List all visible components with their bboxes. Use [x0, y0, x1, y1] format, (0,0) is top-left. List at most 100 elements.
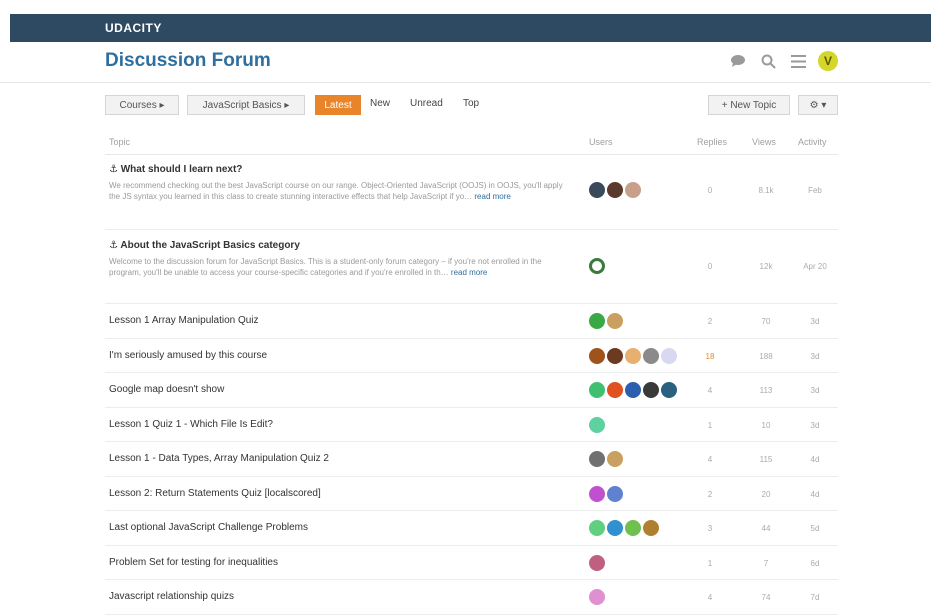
participant-avatar[interactable]	[589, 258, 605, 274]
activity-time[interactable]: 3d	[795, 421, 835, 430]
participant-avatar[interactable]	[625, 520, 641, 536]
views-count: 74	[761, 593, 771, 602]
topic-title-link[interactable]: Problem Set for testing for inequalities	[109, 557, 278, 568]
participant-avatar[interactable]	[607, 313, 623, 329]
column-views[interactable]: Views	[752, 137, 776, 147]
tab-unread[interactable]: Unread	[410, 98, 443, 109]
column-topic[interactable]: Topic	[109, 137, 130, 147]
activity-time[interactable]: 6d	[795, 559, 835, 568]
courses-dropdown[interactable]: Courses ▸	[105, 95, 179, 115]
topic-table-header: Topic Users Replies Views Activity	[105, 134, 838, 155]
topic-title-link[interactable]: Lesson 2: Return Statements Quiz [locals…	[109, 488, 321, 499]
participant-avatar[interactable]	[589, 520, 605, 536]
column-replies[interactable]: Replies	[697, 137, 727, 147]
chat-icon[interactable]	[728, 51, 748, 71]
activity-time[interactable]: 3d	[795, 317, 835, 326]
participant-avatar[interactable]	[661, 347, 677, 364]
column-users: Users	[589, 137, 613, 147]
notification-settings-button[interactable]: ⚙ ▾	[798, 95, 838, 115]
read-more-link[interactable]: read more	[474, 192, 510, 201]
topic-title-link[interactable]: Lesson 1 - Data Types, Array Manipulatio…	[109, 453, 329, 464]
category-dropdown[interactable]: JavaScript Basics ▸	[187, 95, 305, 115]
replies-count: 3	[707, 524, 713, 533]
participant-avatar[interactable]	[589, 416, 605, 433]
brand-logo[interactable]: UDACITY	[105, 21, 162, 35]
topic-participants	[589, 382, 677, 398]
new-topic-button[interactable]: + New Topic	[708, 95, 790, 115]
replies-count: 4	[707, 455, 713, 464]
topic-participants	[589, 258, 605, 274]
participant-avatar[interactable]	[589, 313, 605, 329]
participant-avatar[interactable]	[625, 382, 641, 398]
topic-title-link[interactable]: Lesson 1 Quiz 1 - Which File Is Edit?	[109, 419, 273, 430]
participant-avatar[interactable]	[643, 520, 659, 536]
participant-avatar[interactable]	[607, 382, 623, 398]
activity-time[interactable]: 5d	[795, 524, 835, 533]
participant-avatar[interactable]	[625, 182, 641, 198]
participant-avatar[interactable]	[643, 347, 659, 364]
activity-time[interactable]: 3d	[795, 352, 835, 361]
views-count: 115	[759, 455, 773, 464]
topic-title-link[interactable]: Lesson 1 Array Manipulation Quiz	[109, 315, 259, 326]
participant-avatar[interactable]	[589, 485, 605, 502]
user-avatar[interactable]: V	[818, 51, 838, 71]
activity-time[interactable]: Feb	[795, 186, 835, 195]
topic-title-link[interactable]: Google map doesn't show	[109, 384, 224, 395]
activity-time[interactable]: 4d	[795, 455, 835, 464]
participant-avatar[interactable]	[589, 589, 605, 605]
participant-avatar[interactable]	[607, 520, 623, 536]
replies-count: 18	[705, 351, 715, 361]
topic-row[interactable]: Lesson 2: Return Statements Quiz [locals…	[105, 477, 838, 511]
participant-avatar[interactable]	[589, 382, 605, 398]
topic-participants	[589, 520, 659, 536]
page-title[interactable]: Discussion Forum	[105, 50, 271, 72]
topic-participants	[589, 451, 623, 467]
participant-avatar[interactable]	[643, 382, 659, 398]
participant-avatar[interactable]	[607, 451, 623, 467]
topic-title-link[interactable]: ⚓ What should I learn next?	[109, 164, 242, 175]
topic-excerpt: Welcome to the discussion forum for Java…	[109, 256, 574, 278]
topic-participants	[589, 554, 605, 571]
activity-time[interactable]: 7d	[795, 593, 835, 602]
replies-count: 2	[707, 317, 713, 326]
topic-row[interactable]: Problem Set for testing for inequalities…	[105, 546, 838, 580]
participant-avatar[interactable]	[625, 347, 641, 364]
topic-row[interactable]: Javascript relationship quizs 4 74 7d	[105, 580, 838, 615]
participant-avatar[interactable]	[589, 451, 605, 467]
participant-avatar[interactable]	[661, 382, 677, 398]
topic-row[interactable]: I'm seriously amused by this course 18 188…	[105, 339, 838, 373]
participant-avatar[interactable]	[589, 554, 605, 571]
participant-avatar[interactable]	[607, 347, 623, 364]
search-icon[interactable]	[758, 51, 778, 71]
views-count: 10	[761, 420, 771, 430]
tab-latest[interactable]: Latest	[315, 95, 361, 115]
replies-count: 1	[707, 420, 713, 430]
topic-excerpt: We recommend checking out the best JavaS…	[109, 180, 574, 202]
topic-title-link[interactable]: ⚓ About the JavaScript Basics category	[109, 240, 300, 251]
activity-time[interactable]: 4d	[795, 490, 835, 499]
views-count: 8.1k	[758, 186, 774, 195]
topic-row[interactable]: ⚓ What should I learn next? We recommend …	[105, 154, 838, 230]
topic-row[interactable]: Lesson 1 - Data Types, Array Manipulatio…	[105, 442, 838, 477]
participant-avatar[interactable]	[589, 347, 605, 364]
views-count: 7	[763, 558, 769, 568]
topic-title-link[interactable]: Javascript relationship quizs	[109, 591, 234, 602]
topic-participants	[589, 416, 605, 433]
menu-icon[interactable]	[788, 51, 808, 71]
participant-avatar[interactable]	[607, 182, 623, 198]
topic-title-link[interactable]: Last optional JavaScript Challenge Probl…	[109, 522, 308, 533]
topic-title-link[interactable]: I'm seriously amused by this course	[109, 350, 267, 361]
column-activity[interactable]: Activity	[798, 137, 827, 147]
topic-row[interactable]: Last optional JavaScript Challenge Probl…	[105, 511, 838, 546]
activity-time[interactable]: 3d	[795, 386, 835, 395]
read-more-link[interactable]: read more	[451, 268, 487, 277]
tab-top[interactable]: Top	[463, 98, 479, 109]
tab-new[interactable]: New	[370, 98, 390, 109]
topic-row[interactable]: Lesson 1 Quiz 1 - Which File Is Edit? 1 10…	[105, 408, 838, 442]
topic-row[interactable]: ⚓ About the JavaScript Basics category We…	[105, 230, 838, 304]
topic-row[interactable]: Lesson 1 Array Manipulation Quiz 2 70 3d	[105, 304, 838, 339]
participant-avatar[interactable]	[589, 182, 605, 198]
topic-row[interactable]: Google map doesn't show 4 113 3d	[105, 373, 838, 408]
activity-time[interactable]: Apr 20	[795, 262, 835, 271]
participant-avatar[interactable]	[607, 485, 623, 502]
